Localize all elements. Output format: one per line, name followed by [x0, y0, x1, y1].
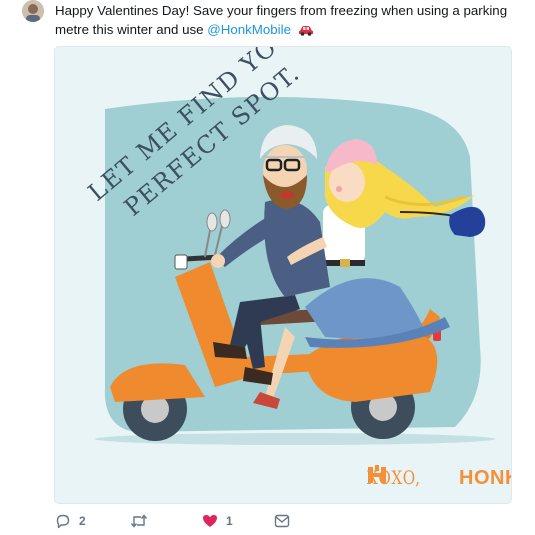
avatar[interactable] — [22, 0, 44, 22]
retweet-icon — [130, 514, 148, 528]
tweet-text: Happy Valentines Day! Save your fingers … — [55, 1, 525, 41]
media-image[interactable]: LET ME FIND YOUR PERFECT SPOT. XOXO, HON… — [54, 46, 512, 504]
reply-count: 2 — [79, 514, 86, 528]
avatar-image — [22, 0, 44, 22]
reply-icon — [56, 514, 70, 529]
car-icon — [298, 22, 314, 41]
tweet-actions: 2 1 — [55, 510, 485, 532]
envelope-icon — [274, 514, 290, 528]
direct-message-button[interactable] — [274, 514, 314, 528]
mention-link[interactable]: @HonkMobile — [207, 22, 291, 37]
heart-icon — [203, 515, 217, 527]
like-button[interactable]: 1 — [202, 513, 274, 529]
brand-signature: XOXO, HONK — [367, 465, 511, 491]
reply-button[interactable]: 2 — [55, 513, 130, 529]
scooter-illustration — [55, 47, 511, 503]
honk-logo-icon — [368, 465, 453, 488]
retweet-button[interactable] — [130, 513, 202, 529]
brand-name: HONK — [459, 466, 511, 489]
like-count: 1 — [226, 514, 233, 528]
